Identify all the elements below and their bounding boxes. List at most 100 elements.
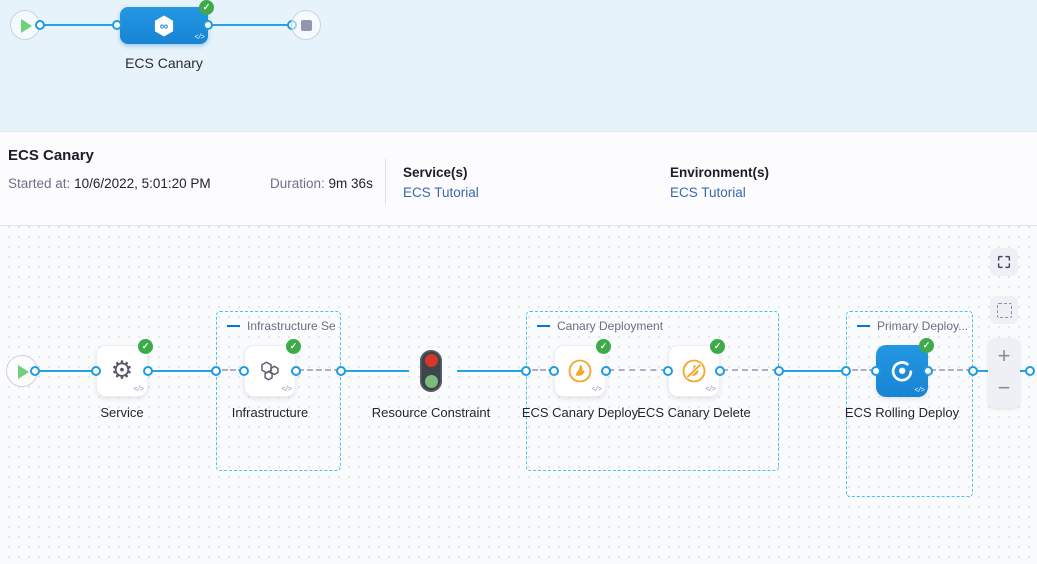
collapse-minus-icon[interactable] <box>537 325 550 328</box>
started-at-row: Started at: 10/6/2022, 5:01:20 PM <box>8 176 211 191</box>
play-icon <box>18 365 29 379</box>
node-resource-constraint traffic-light-icon[interactable] <box>420 350 442 392</box>
stage-node-ecs-canary[interactable]: ∞ ✓ </> <box>120 7 208 44</box>
code-glyph-icon: </> <box>133 386 143 394</box>
connector-point <box>291 366 301 376</box>
stage-label: ECS Canary <box>114 55 214 71</box>
code-glyph-icon: </> <box>194 34 204 42</box>
connector-point <box>774 366 784 376</box>
connector-point <box>239 366 249 376</box>
connector-point <box>35 20 45 30</box>
started-at-value: 10/6/2022, 5:01:20 PM <box>74 176 211 191</box>
connector-point <box>923 366 933 376</box>
group-title: Infrastructure Se... <box>247 319 336 333</box>
pipeline-end-node <box>291 10 321 40</box>
connector-point <box>968 366 978 376</box>
node-label-service: Service <box>62 404 182 421</box>
connector-line <box>36 370 98 372</box>
duration-label: Duration: <box>270 176 325 191</box>
connector-dashed-line <box>298 369 340 371</box>
connector-point <box>841 366 851 376</box>
connector-point <box>30 366 40 376</box>
duration-value: 9m 36s <box>329 176 373 191</box>
connector-dashed-line <box>608 369 667 371</box>
hexagon-cluster-icon <box>256 357 284 385</box>
connector-point <box>112 20 122 30</box>
connector-line <box>457 370 523 372</box>
collapse-minus-icon[interactable] <box>227 325 240 328</box>
connector-point <box>663 366 673 376</box>
node-label-infrastructure: Infrastructure <box>210 404 330 421</box>
connector-point <box>715 366 725 376</box>
divider <box>385 159 386 204</box>
connector-point <box>211 366 221 376</box>
pipeline-title: ECS Canary <box>8 147 94 164</box>
group-title: Primary Deploy... <box>877 319 968 333</box>
zoom-controls: + − <box>988 338 1020 408</box>
code-glyph-icon: </> <box>914 387 924 395</box>
node-label-ecs-canary-delete: ECS Canary Delete <box>634 404 754 421</box>
node-ecs-rolling-deploy[interactable]: ✓ </> <box>876 345 928 397</box>
success-check-icon: ✓ <box>596 339 611 354</box>
connector-point <box>203 20 213 30</box>
environments-link[interactable]: ECS Tutorial <box>670 185 746 200</box>
connector-point <box>549 366 559 376</box>
pipeline-execution-view: ∞ ✓ </> ECS Canary ECS Canary Started at… <box>0 0 1037 564</box>
node-ecs-canary-delete[interactable]: ✓ </> <box>668 345 720 397</box>
ecs-swirl-icon <box>888 357 916 385</box>
fullscreen-icon <box>996 254 1012 270</box>
group-title: Canary Deployment <box>557 319 663 333</box>
select-region-button[interactable] <box>990 296 1018 324</box>
services-link[interactable]: ECS Tutorial <box>403 185 479 200</box>
node-label-ecs-rolling-deploy: ECS Rolling Deploy <box>842 404 962 421</box>
connector-point <box>143 366 153 376</box>
fullscreen-button[interactable] <box>990 248 1018 276</box>
connector-point <box>1025 366 1035 376</box>
canary-icon <box>566 357 594 385</box>
connector-line <box>150 370 216 372</box>
success-check-icon: ✓ <box>138 339 153 354</box>
connector-line <box>343 370 409 372</box>
connector-point <box>336 366 346 376</box>
marquee-selection-icon <box>997 303 1012 318</box>
red-light-icon <box>425 354 438 367</box>
execution-summary-bar: ECS Canary Started at: 10/6/2022, 5:01:2… <box>0 131 1037 226</box>
node-label-resource-constraint: Resource Constraint <box>371 404 491 421</box>
node-ecs-canary-deploy[interactable]: ✓ </> <box>554 345 606 397</box>
zoom-out-button[interactable]: − <box>988 373 1020 405</box>
gear-icon: ⚙ <box>111 359 133 384</box>
connector-dashed-line <box>722 369 778 371</box>
connector-line <box>40 24 120 26</box>
connector-point <box>521 366 531 376</box>
duration-row: Duration: 9m 36s <box>270 176 373 191</box>
group-header: Primary Deploy... <box>857 319 968 333</box>
code-glyph-icon: </> <box>591 386 601 394</box>
execution-graph-canvas[interactable]: Infrastructure Se... Canary Deployment P… <box>0 226 1037 564</box>
code-glyph-icon: </> <box>281 386 291 394</box>
success-check-icon: ✓ <box>286 339 301 354</box>
group-header: Canary Deployment <box>537 319 663 333</box>
node-infrastructure[interactable]: ✓ </> <box>244 345 296 397</box>
connector-point <box>91 366 101 376</box>
node-label-ecs-canary-deploy: ECS Canary Deploy <box>520 404 640 421</box>
success-check-icon: ✓ <box>199 0 214 15</box>
play-icon <box>21 19 32 33</box>
started-at-label: Started at: <box>8 176 70 191</box>
success-check-icon: ✓ <box>710 339 725 354</box>
connector-point <box>871 366 881 376</box>
group-header: Infrastructure Se... <box>227 319 336 333</box>
zoom-in-button[interactable]: + <box>988 341 1020 373</box>
stop-icon <box>301 20 312 31</box>
connector-line <box>781 370 844 372</box>
green-light-icon <box>425 375 438 388</box>
svg-text:∞: ∞ <box>160 19 169 33</box>
stage-overview-panel: ∞ ✓ </> ECS Canary <box>0 0 1037 131</box>
cd-stage-hexagon-icon: ∞ <box>151 13 177 39</box>
connector-line <box>208 24 296 26</box>
environments-label: Environment(s) <box>670 165 769 180</box>
collapse-minus-icon[interactable] <box>857 325 870 328</box>
connector-dashed-line <box>930 369 972 371</box>
canary-delete-icon <box>680 357 708 385</box>
node-service[interactable]: ⚙ ✓ </> <box>96 345 148 397</box>
services-label: Service(s) <box>403 165 468 180</box>
